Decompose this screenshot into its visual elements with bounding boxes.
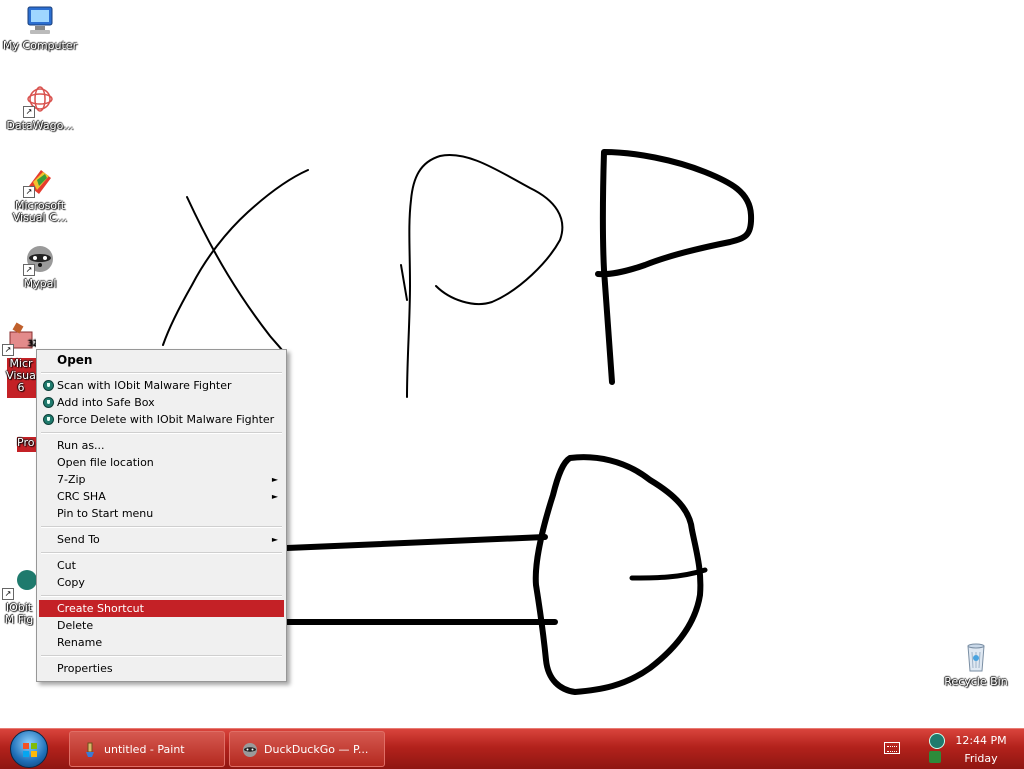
menu-item-open-file-location[interactable]: Open file location <box>39 454 284 471</box>
submenu-arrow-icon: ► <box>271 535 278 544</box>
menu-item-scan-iobit[interactable]: Scan with IObit Malware Fighter <box>39 377 284 394</box>
start-button[interactable] <box>10 730 48 768</box>
datawago-icon: ↗ <box>23 84 57 118</box>
menu-item-open[interactable]: Open <box>39 352 284 369</box>
menu-item-label: Properties <box>57 662 113 675</box>
menu-item-label: Send To <box>57 533 100 546</box>
drawn-x-stroke-2 <box>162 169 309 346</box>
visual-cpp-icon: ↗ <box>23 164 57 198</box>
desktop-icon-pro[interactable]: Pro <box>17 437 37 449</box>
desktop-icon-label: Microsoft Visual C... <box>12 199 68 224</box>
menu-item-label: Delete <box>57 619 94 632</box>
mypal-raccoon-icon: ↗ <box>23 242 57 276</box>
taskbar-button-label: untitled - Paint <box>104 743 185 756</box>
paint-icon <box>86 742 94 757</box>
drawn-x-stroke-1 <box>186 196 283 351</box>
iobit-tray-icon[interactable] <box>929 733 945 749</box>
menu-item-properties[interactable]: Properties <box>39 660 284 677</box>
shortcut-arrow-icon: ↗ <box>23 186 35 198</box>
visual-basic-icon: 32 ↗ <box>2 322 36 356</box>
menu-item-label: Open file location <box>57 456 154 469</box>
desktop-icon-my-computer[interactable]: My Computer <box>2 4 78 52</box>
menu-item-copy[interactable]: Copy <box>39 574 284 591</box>
menu-item-label: Open <box>57 353 93 367</box>
menu-item-run-as[interactable]: Run as... <box>39 437 284 454</box>
menu-item-force-delete[interactable]: Force Delete with IObit Malware Fighter <box>39 411 284 428</box>
menu-item-label: Pin to Start menu <box>57 507 154 520</box>
clock-time[interactable]: 12:44 PM <box>948 734 1014 747</box>
iobit-shield-icon <box>43 397 54 408</box>
desktop-icon-label: Pro <box>17 436 35 449</box>
submenu-arrow-icon: ► <box>271 475 278 484</box>
menu-item-label: Rename <box>57 636 103 649</box>
menu-separator <box>41 655 282 657</box>
menu-item-create-shortcut[interactable]: Create Shortcut <box>39 600 284 617</box>
menu-separator <box>41 432 282 434</box>
shortcut-arrow-icon: ↗ <box>23 264 35 276</box>
iobit-shield-icon <box>43 414 54 425</box>
menu-item-pin-start[interactable]: Pin to Start menu <box>39 505 284 522</box>
desktop-icon-mypal[interactable]: ↗ Mypal <box>2 242 78 290</box>
computer-icon <box>23 4 57 38</box>
context-menu: Open Scan with IObit Malware Fighter Add… <box>36 349 287 682</box>
menu-item-label: Scan with IObit Malware Fighter <box>57 379 232 392</box>
menu-item-delete[interactable]: Delete <box>39 617 284 634</box>
taskbar-button-label: DuckDuckGo — P... <box>264 743 369 756</box>
menu-item-rename[interactable]: Rename <box>39 634 284 651</box>
menu-item-label: 7-Zip <box>57 473 86 486</box>
desktop-icon-label: IObit M Fig <box>4 601 34 626</box>
windows-logo-icon <box>23 743 37 757</box>
menu-item-cut[interactable]: Cut <box>39 557 284 574</box>
shortcut-arrow-icon: ↗ <box>23 106 35 118</box>
desktop-icon-visual-c[interactable]: ↗ Microsoft Visual C... <box>2 164 78 224</box>
menu-separator <box>41 595 282 597</box>
iobit-shield-icon <box>43 380 54 391</box>
svg-text:32: 32 <box>28 339 36 348</box>
shield-check-icon[interactable] <box>929 751 941 763</box>
drawn-bold-p <box>595 149 755 385</box>
menu-item-add-safe-box[interactable]: Add into Safe Box <box>39 394 284 411</box>
menu-item-label: Cut <box>57 559 76 572</box>
menu-item-label: CRC SHA <box>57 490 106 503</box>
mypal-raccoon-icon <box>243 743 257 757</box>
desktop-icon-label: Micr Visua 6 <box>6 357 36 394</box>
menu-item-send-to[interactable]: Send To ► <box>39 531 284 548</box>
drawn-bold-dash <box>629 567 708 581</box>
desktop-icon-label: My Computer <box>2 39 78 52</box>
menu-item-label: Copy <box>57 576 85 589</box>
drawn-thin-p-tail <box>400 264 408 301</box>
desktop-icon-iobit[interactable]: ↗ IObit M Fig <box>2 566 36 626</box>
drawn-thin-p <box>406 154 564 398</box>
menu-separator <box>41 526 282 528</box>
shortcut-arrow-icon: ↗ <box>2 588 14 600</box>
desktop-icon-label: Recycle Bin <box>944 675 1008 688</box>
menu-item-label: Run as... <box>57 439 105 452</box>
iobit-shield-icon: ↗ <box>2 566 36 600</box>
menu-separator <box>41 372 282 374</box>
desktop-icon-visual-basic[interactable]: 32 ↗ Micr Visua 6 <box>2 322 36 394</box>
submenu-arrow-icon: ► <box>271 492 278 501</box>
menu-item-label: Create Shortcut <box>57 602 144 615</box>
shortcut-arrow-icon: ↗ <box>2 344 14 356</box>
desktop-icon-label: DataWago... <box>6 119 74 132</box>
desktop-icon-label: Mypal <box>23 277 57 290</box>
clock-day[interactable]: Friday <box>948 752 1014 765</box>
drawn-bold-line-upper <box>284 534 548 551</box>
taskbar-button-duckduckgo[interactable]: DuckDuckGo — P... <box>229 731 385 767</box>
taskbar: untitled - Paint DuckDuckGo — P... 12:44… <box>0 728 1024 769</box>
menu-separator <box>41 552 282 554</box>
keyboard-icon[interactable] <box>884 742 900 754</box>
taskbar-button-paint[interactable]: untitled - Paint <box>69 731 225 767</box>
menu-item-crc-sha[interactable]: CRC SHA ► <box>39 488 284 505</box>
desktop-icon-recycle-bin[interactable]: Recycle Bin <box>938 640 1014 688</box>
recycle-bin-icon <box>959 640 993 674</box>
menu-item-7zip[interactable]: 7-Zip ► <box>39 471 284 488</box>
menu-item-label: Force Delete with IObit Malware Fighter <box>57 413 275 426</box>
desktop-icon-datawago[interactable]: ↗ DataWago... <box>2 84 78 132</box>
menu-item-label: Add into Safe Box <box>57 396 155 409</box>
